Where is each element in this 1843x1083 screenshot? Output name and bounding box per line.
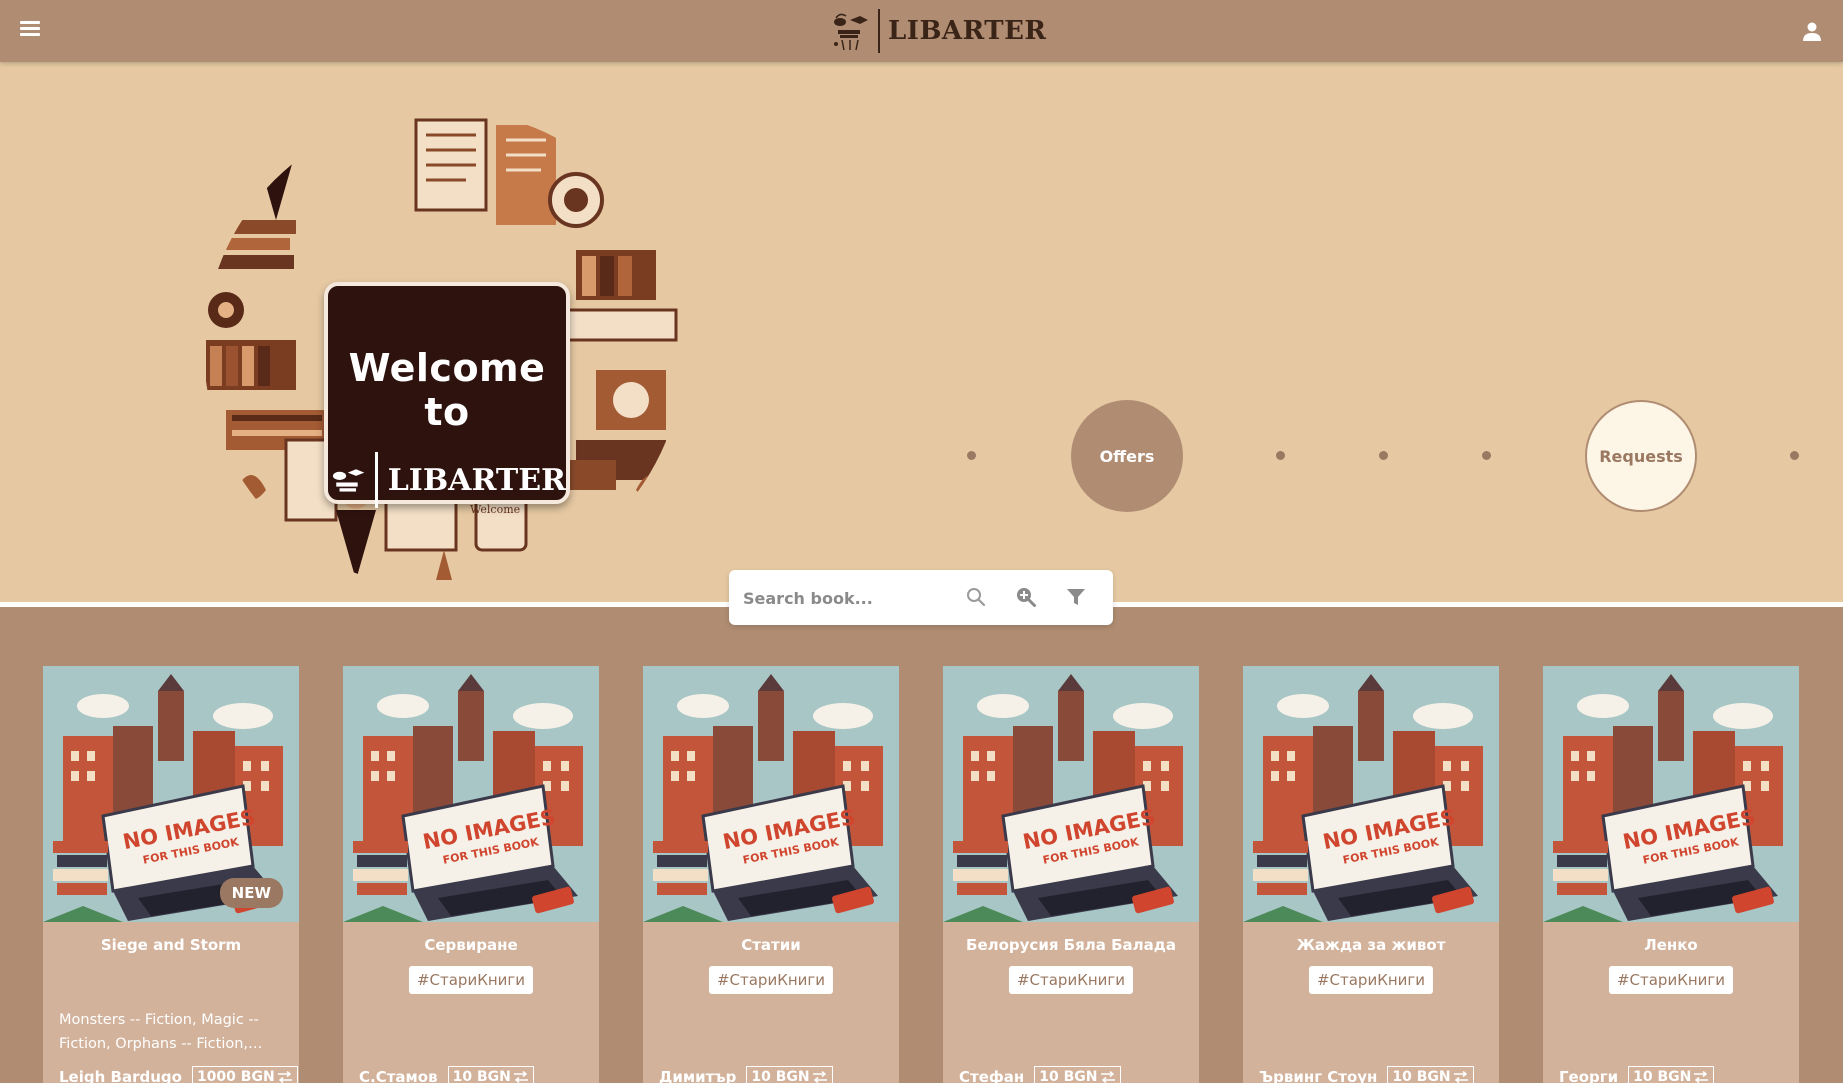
book-tag[interactable]: #СтариКниги xyxy=(1008,966,1134,994)
exchange-arrows-icon xyxy=(1453,1071,1468,1083)
exchange-arrows-icon xyxy=(513,1071,528,1083)
logo-divider xyxy=(878,9,880,53)
book-title: Статии xyxy=(741,936,801,954)
book-footer: Димитър 10 BGN xyxy=(659,1066,889,1083)
book-price-value: 1000 BGN xyxy=(196,1069,275,1083)
welcome-brand-name: LIBARTER xyxy=(387,462,566,498)
zoom-in-icon[interactable] xyxy=(1015,586,1037,608)
exchange-arrows-icon xyxy=(1694,1071,1709,1083)
book-card[interactable]: NO IMAGES FOR THIS BOOK Ленко #СтариКниг… xyxy=(1543,666,1799,1083)
book-price-value: 10 BGN xyxy=(751,1069,810,1083)
welcome-board: Welcome to LIBARTER xyxy=(324,282,570,508)
carousel-dot[interactable] xyxy=(967,451,976,460)
carousel-nav: Offers Requests xyxy=(960,400,1810,522)
book-cover-placeholder: NO IMAGES FOR THIS BOOK xyxy=(1543,666,1799,922)
book-author: Стефан xyxy=(959,1068,1025,1083)
book-price-value: 10 BGN xyxy=(1392,1069,1451,1083)
book-author: Димитър xyxy=(659,1068,737,1083)
brand-logo[interactable]: LIBARTER xyxy=(828,6,1047,56)
book-cover-placeholder: NO IMAGES FOR THIS BOOK xyxy=(943,666,1199,922)
welcome-brand: LIBARTER xyxy=(328,452,566,508)
book-author: Ървинг Стоун xyxy=(1259,1068,1378,1083)
book-author: Leigh Bardugo xyxy=(59,1068,182,1083)
book-cover-placeholder: NO IMAGES FOR THIS BOOK xyxy=(1243,666,1499,922)
book-price: 10 BGN xyxy=(1034,1066,1121,1083)
book-footer: Ървинг Стоун 10 BGN xyxy=(1259,1066,1489,1083)
book-title: Siege and Storm xyxy=(100,936,242,954)
book-price: 10 BGN xyxy=(746,1066,833,1083)
book-title: Белорусия Бяла Балада xyxy=(966,936,1176,954)
book-title: Сервиране xyxy=(424,936,518,954)
book-title: Ленко xyxy=(1644,936,1698,954)
book-tag[interactable]: #СтариКниги xyxy=(1608,966,1734,994)
hamburger-menu-icon[interactable] xyxy=(18,18,42,42)
requests-button[interactable]: Requests xyxy=(1585,400,1697,512)
search-input[interactable] xyxy=(743,582,943,614)
user-icon[interactable] xyxy=(1801,20,1823,42)
brand-name: LIBARTER xyxy=(888,16,1047,46)
book-card-list: NO IMAGES FOR THIS BOOK NEW Siege and St… xyxy=(0,666,1843,1083)
book-card[interactable]: NO IMAGES FOR THIS BOOK Белорусия Бяла Б… xyxy=(943,666,1199,1083)
book-footer: С.Стамов 10 BGN xyxy=(359,1066,589,1083)
exchange-arrows-icon xyxy=(277,1071,292,1083)
book-cover-placeholder: NO IMAGES FOR THIS BOOK xyxy=(643,666,899,922)
offers-button[interactable]: Offers xyxy=(1071,400,1183,512)
book-footer: Георги 10 BGN xyxy=(1559,1066,1789,1083)
book-title: Жажда за живот xyxy=(1296,936,1446,954)
coffee-books-logo-icon xyxy=(332,469,365,492)
welcome-title: Welcome to xyxy=(348,346,546,434)
book-card[interactable]: NO IMAGES FOR THIS BOOK Сервиране #Стари… xyxy=(343,666,599,1083)
welcome-divider xyxy=(375,452,378,508)
book-cover-placeholder: NO IMAGES FOR THIS BOOK xyxy=(343,666,599,922)
book-price-value: 10 BGN xyxy=(1039,1069,1098,1083)
new-badge: NEW xyxy=(219,878,283,908)
carousel-dot[interactable] xyxy=(1276,451,1285,460)
book-card[interactable]: NO IMAGES FOR THIS BOOK NEW Siege and St… xyxy=(43,666,299,1083)
book-tag[interactable]: #СтариКниги xyxy=(708,966,834,994)
filter-icon[interactable] xyxy=(1065,586,1087,608)
book-price: 10 BGN xyxy=(447,1066,534,1083)
book-price-value: 10 BGN xyxy=(452,1069,511,1083)
book-card[interactable]: NO IMAGES FOR THIS BOOK Жажда за живот #… xyxy=(1243,666,1499,1083)
book-author: Георги xyxy=(1559,1068,1619,1083)
book-price: 10 BGN xyxy=(1628,1066,1715,1083)
book-card[interactable]: NO IMAGES FOR THIS BOOK Статии #СтариКни… xyxy=(643,666,899,1083)
book-price: 1000 BGN xyxy=(191,1066,298,1083)
book-price-value: 10 BGN xyxy=(1633,1069,1692,1083)
search-bar xyxy=(729,570,1113,625)
coffee-books-logo-icon xyxy=(834,13,868,51)
hero-banner: Welcome Welcome to LIBARTER Offers Reque… xyxy=(0,62,1843,607)
exchange-arrows-icon xyxy=(1100,1071,1115,1083)
carousel-dot[interactable] xyxy=(1790,451,1799,460)
search-icon[interactable] xyxy=(965,586,987,608)
book-tag[interactable]: #СтариКниги xyxy=(1308,966,1434,994)
book-author: С.Стамов xyxy=(359,1068,438,1083)
carousel-dot[interactable] xyxy=(1482,451,1491,460)
carousel-dot[interactable] xyxy=(1379,451,1388,460)
top-nav-bar: LIBARTER xyxy=(0,0,1843,62)
book-price: 10 BGN xyxy=(1387,1066,1474,1083)
book-footer: Стефан 10 BGN xyxy=(959,1066,1189,1083)
book-tag[interactable]: #СтариКниги xyxy=(408,966,534,994)
book-description: Monsters -- Fiction, Magic -- Fiction, O… xyxy=(59,1012,263,1052)
exchange-arrows-icon xyxy=(812,1071,827,1083)
book-footer: Leigh Bardugo 1000 BGN xyxy=(59,1066,298,1083)
